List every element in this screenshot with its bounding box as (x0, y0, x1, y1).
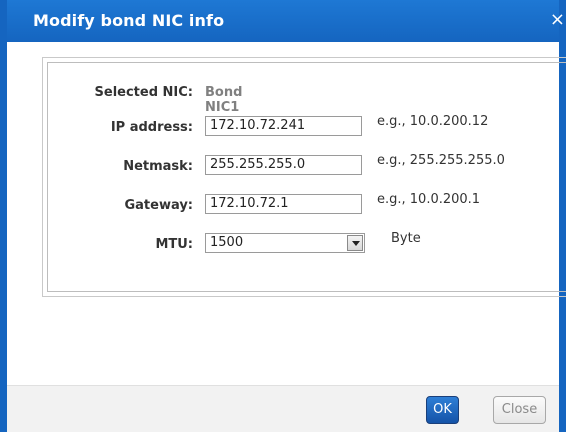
selected-nic-label: Selected NIC: (94, 85, 193, 100)
chevron-down-icon[interactable] (347, 235, 363, 251)
ip-address-input[interactable]: 172.10.72.241 (205, 116, 362, 136)
dialog-content: Selected NIC: Bond NIC1 IP address: 172.… (7, 42, 566, 386)
netmask-input[interactable]: 255.255.255.0 (205, 155, 362, 175)
selected-nic-value: Bond NIC1 (205, 85, 243, 115)
gateway-hint: e.g., 10.0.200.1 (377, 192, 481, 207)
close-button[interactable]: Close (493, 396, 546, 424)
ip-address-hint: e.g., 10.0.200.12 (377, 114, 489, 129)
mtu-select[interactable]: 1500 (205, 233, 365, 253)
close-icon[interactable]: × (550, 9, 565, 30)
ok-button[interactable]: OK (426, 396, 459, 424)
netmask-hint: e.g., 255.255.255.0 (377, 153, 505, 168)
dialog-title: Modify bond NIC info (33, 11, 225, 30)
gateway-input[interactable]: 172.10.72.1 (205, 194, 362, 214)
gateway-label: Gateway: (124, 198, 193, 213)
modify-bond-nic-dialog: Modify bond NIC info × Selected NIC: Bon… (0, 0, 566, 432)
form-group-frame: Selected NIC: Bond NIC1 IP address: 172.… (42, 57, 566, 297)
form-group: Selected NIC: Bond NIC1 IP address: 172.… (47, 62, 566, 292)
dialog-titlebar[interactable]: Modify bond NIC info × (7, 0, 565, 42)
mtu-label: MTU: (155, 237, 193, 252)
netmask-label: Netmask: (123, 159, 193, 174)
dialog-footer: OK Close (7, 385, 559, 432)
ip-address-label: IP address: (110, 120, 193, 135)
mtu-select-value: 1500 (210, 235, 244, 250)
mtu-unit: Byte (391, 231, 421, 246)
